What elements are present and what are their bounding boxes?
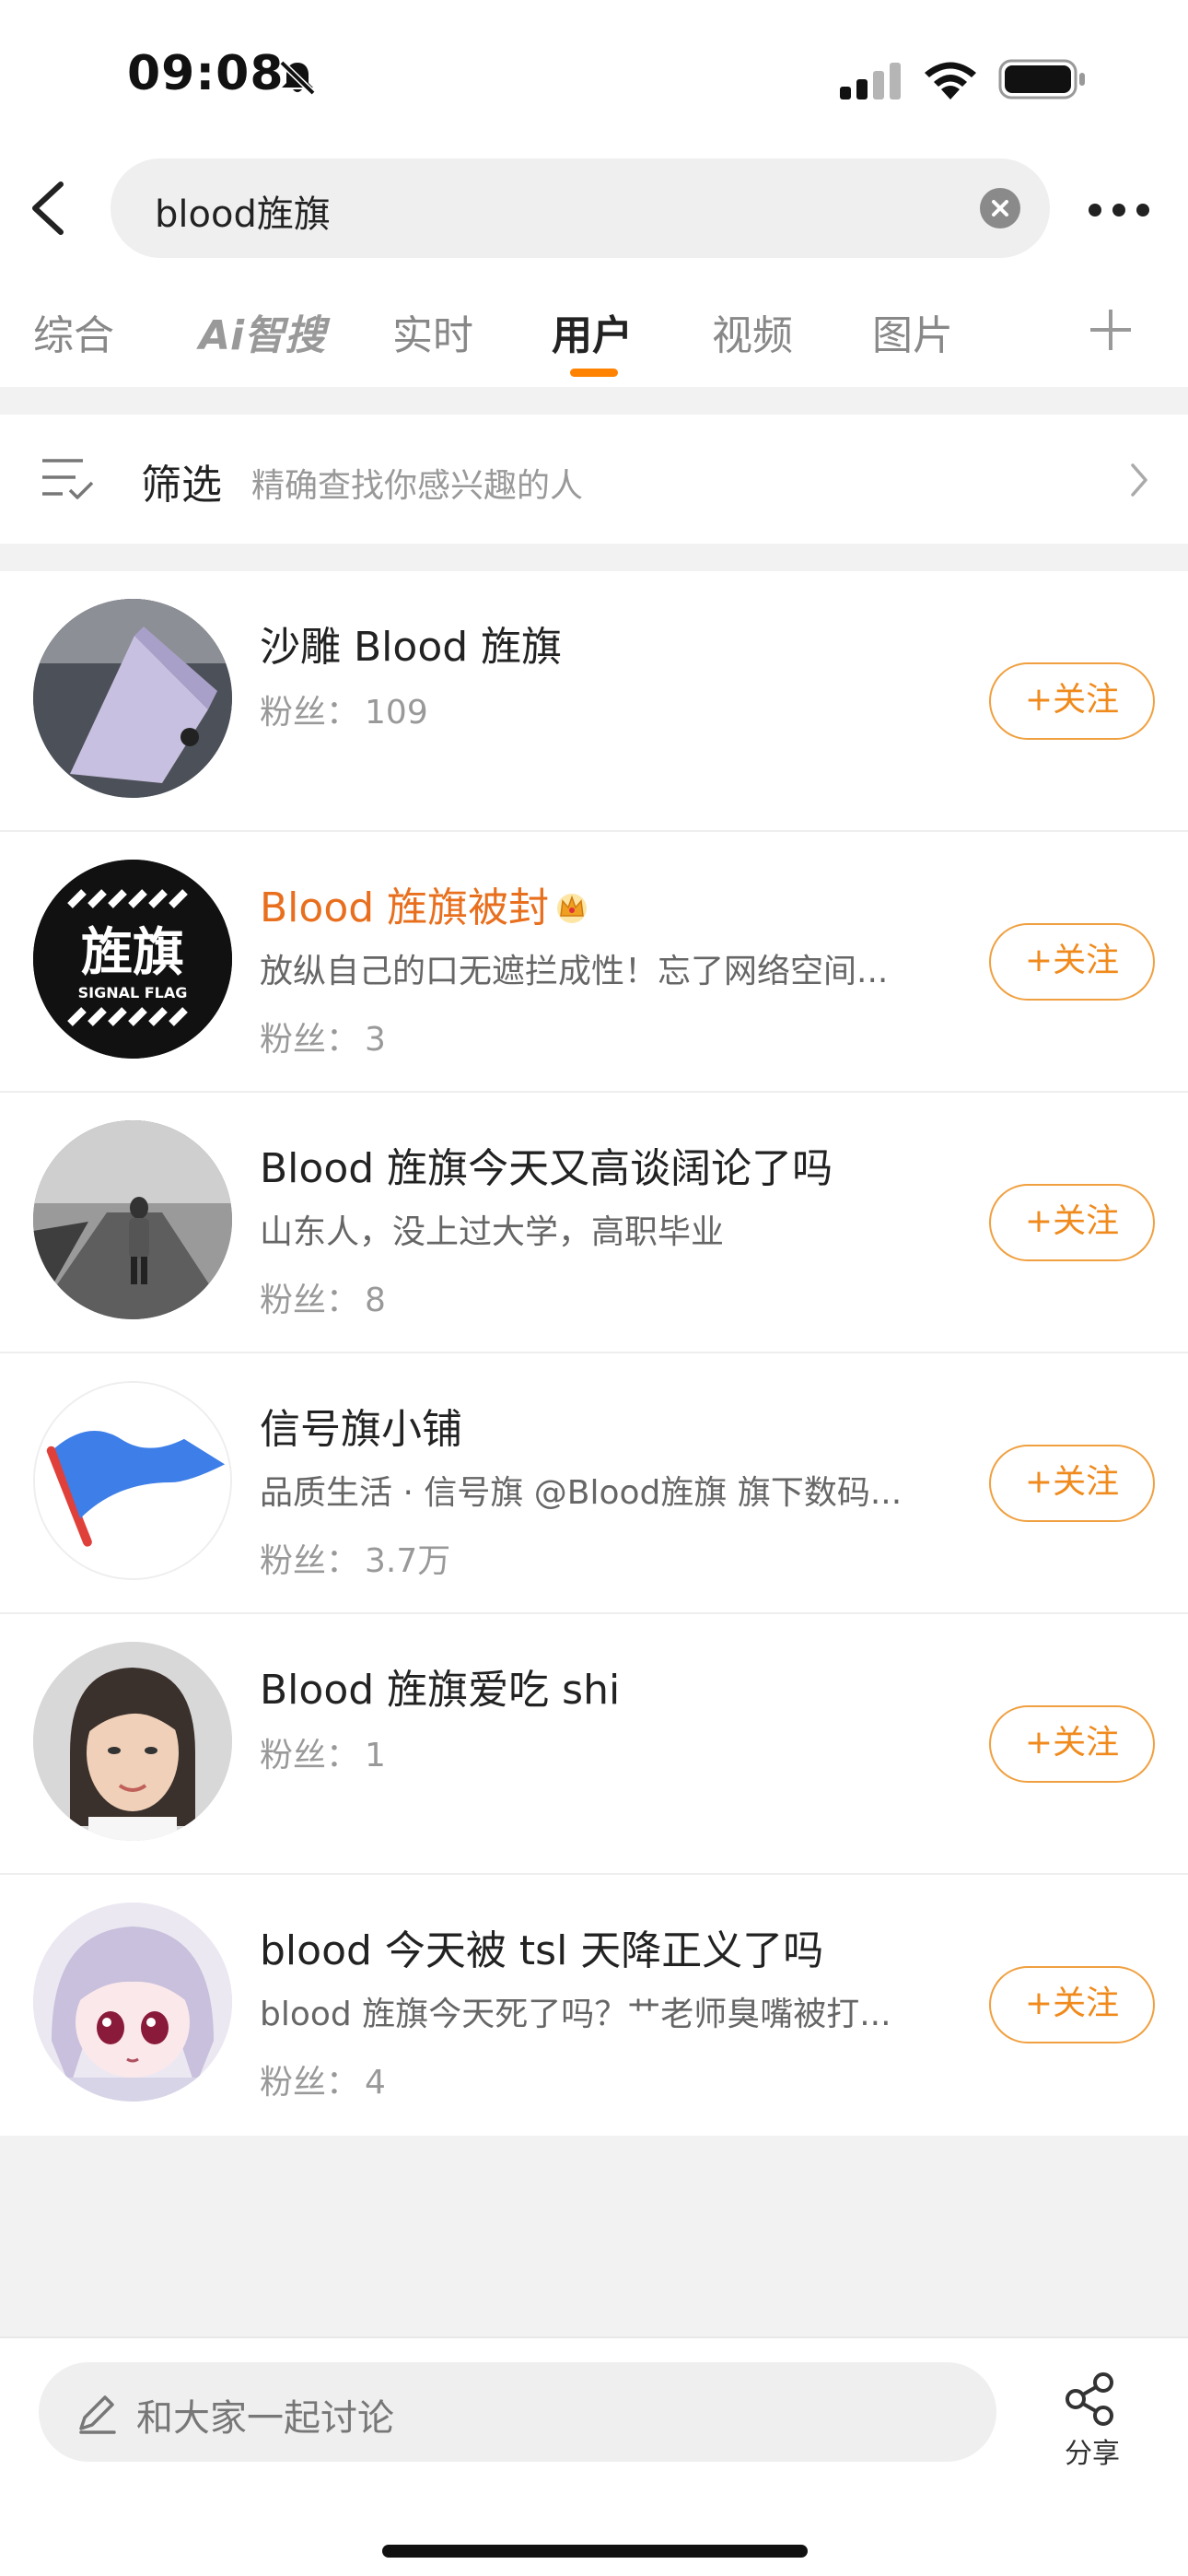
- follow-button[interactable]: +关注: [989, 1445, 1155, 1522]
- fans-value: 1: [365, 1737, 386, 1774]
- fans-label: 粉丝：: [260, 1021, 360, 1059]
- comment-placeholder: 和大家一起讨论: [136, 2397, 394, 2440]
- user-name[interactable]: Blood 旌旗爱吃 shi: [260, 1657, 620, 1715]
- user-row[interactable]: blood 今天被 tsl 天降正义了吗 blood 旌旗今天死了吗？艹老师臭嘴…: [0, 1875, 1188, 2136]
- status-bar: 09:08: [0, 0, 1188, 157]
- fans-value: 3.7万: [365, 1542, 451, 1580]
- close-icon: [992, 200, 1008, 217]
- follow-button[interactable]: +关注: [989, 1705, 1155, 1783]
- battery-icon: [998, 59, 1085, 100]
- filter-row[interactable]: 筛选 精确查找你感兴趣的人: [0, 415, 1188, 544]
- follow-button[interactable]: +关注: [989, 662, 1155, 740]
- clear-search-button[interactable]: [980, 188, 1020, 228]
- filter-list-icon: [42, 459, 94, 499]
- silent-bell-icon: [279, 60, 316, 96]
- user-name[interactable]: Blood 旌旗被封: [260, 874, 591, 933]
- tab-images[interactable]: 图片: [872, 302, 953, 361]
- chevron-right-icon: [1131, 463, 1147, 497]
- bottom-bar: 和大家一起讨论 分享: [0, 2336, 1188, 2576]
- back-arrow-icon[interactable]: [28, 181, 68, 236]
- comment-input[interactable]: 和大家一起讨论: [39, 2362, 996, 2462]
- follow-button[interactable]: +关注: [989, 923, 1155, 1001]
- user-name[interactable]: 信号旗小铺: [260, 1396, 462, 1455]
- fans-count: 粉丝： 3: [260, 1013, 386, 1060]
- filter-title: 筛选: [141, 462, 222, 509]
- follow-button[interactable]: +关注: [989, 1966, 1155, 2043]
- fans-value: 3: [365, 1021, 386, 1059]
- svg-text:SIGNAL FLAG: SIGNAL FLAG: [78, 984, 188, 1001]
- avatar: [33, 1903, 232, 2102]
- tab-ai-search[interactable]: Ai智搜: [199, 302, 325, 361]
- signal-flag-logo: 旌旗 SIGNAL FLAG: [33, 860, 232, 1059]
- pencil-icon: [79, 2395, 116, 2434]
- avatar: 旌旗 SIGNAL FLAG: [33, 860, 232, 1059]
- fans-value: 4: [365, 2064, 386, 2102]
- user-description: 山东人，没上过大学，高职毕业: [260, 1213, 725, 1251]
- share-label[interactable]: 分享: [1065, 2430, 1120, 2471]
- avatar: [33, 1120, 232, 1319]
- user-description: 放纵自己的口无遮拦成性！忘了网络空间...: [260, 953, 889, 990]
- user-name[interactable]: 沙雕 Blood 旌旗: [260, 614, 562, 673]
- fans-label: 粉丝：: [260, 1282, 360, 1319]
- fans-value: 8: [365, 1282, 386, 1319]
- user-description: 品质生活 · 信号旗 @Blood旌旗 旗下数码...: [260, 1474, 903, 1512]
- user-row[interactable]: 旌旗 SIGNAL FLAG Blood 旌旗被封 放纵自己的口无遮拦成性！忘了…: [0, 832, 1188, 1093]
- flag-logo: [35, 1383, 230, 1578]
- fans-count: 粉丝： 3.7万: [260, 1534, 450, 1582]
- avatar: [33, 1642, 232, 1841]
- filter-subtitle: 精确查找你感兴趣的人: [251, 467, 584, 505]
- user-row[interactable]: Blood 旌旗爱吃 shi 粉丝： 1 +关注: [0, 1614, 1188, 1875]
- active-tab-indicator: [570, 369, 618, 377]
- fans-label: 粉丝：: [260, 2064, 360, 2102]
- tab-comprehensive[interactable]: 综合: [33, 302, 114, 361]
- fans-count: 粉丝： 109: [260, 685, 428, 733]
- fans-label: 粉丝：: [260, 1737, 360, 1774]
- search-query-text: blood旌旗: [155, 193, 331, 236]
- share-icon[interactable]: [1063, 2371, 1118, 2427]
- category-tabs: 综合 Ai智搜 实时 用户 视频 图片: [0, 295, 1188, 382]
- cellular-signal-icon: [840, 63, 901, 100]
- wifi-icon: [925, 62, 976, 100]
- avatar: [33, 1381, 232, 1580]
- user-description: blood 旌旗今天死了吗？艹老师臭嘴被打...: [260, 1996, 891, 2033]
- add-tab-icon[interactable]: [1087, 306, 1135, 354]
- tab-video[interactable]: 视频: [712, 302, 793, 361]
- user-name-text: Blood 旌旗被封: [260, 884, 550, 931]
- user-row[interactable]: 信号旗小铺 品质生活 · 信号旗 @Blood旌旗 旗下数码... 粉丝： 3.7…: [0, 1353, 1188, 1614]
- tab-realtime[interactable]: 实时: [392, 302, 473, 361]
- fans-label: 粉丝：: [260, 694, 360, 732]
- crown-badge-icon: [557, 894, 588, 923]
- svg-text:旌旗: 旌旗: [81, 922, 184, 983]
- status-time: 09:08: [127, 46, 285, 101]
- user-row[interactable]: Blood 旌旗今天又高谈阔论了吗 山东人，没上过大学，高职毕业 粉丝： 8 +关…: [0, 1093, 1188, 1353]
- user-list: 沙雕 Blood 旌旗 粉丝： 109 +关注 旌旗 SIGNAL FLAG Bl…: [0, 571, 1188, 2136]
- user-name[interactable]: blood 今天被 tsl 天降正义了吗: [260, 1917, 823, 1976]
- fans-count: 粉丝： 8: [260, 1273, 386, 1321]
- user-row[interactable]: 沙雕 Blood 旌旗 粉丝： 109 +关注: [0, 571, 1188, 832]
- avatar: [33, 599, 232, 798]
- fans-count: 粉丝： 1: [260, 1728, 386, 1776]
- search-input[interactable]: blood旌旗: [111, 158, 1050, 258]
- user-name[interactable]: Blood 旌旗今天又高谈阔论了吗: [260, 1135, 833, 1194]
- fans-value: 109: [365, 694, 428, 732]
- follow-button[interactable]: +关注: [989, 1184, 1155, 1261]
- home-indicator[interactable]: [382, 2545, 808, 2558]
- tab-users[interactable]: 用户: [552, 302, 633, 361]
- fans-count: 粉丝： 4: [260, 2055, 386, 2103]
- fans-label: 粉丝：: [260, 1542, 360, 1580]
- more-options-icon[interactable]: [1087, 201, 1151, 219]
